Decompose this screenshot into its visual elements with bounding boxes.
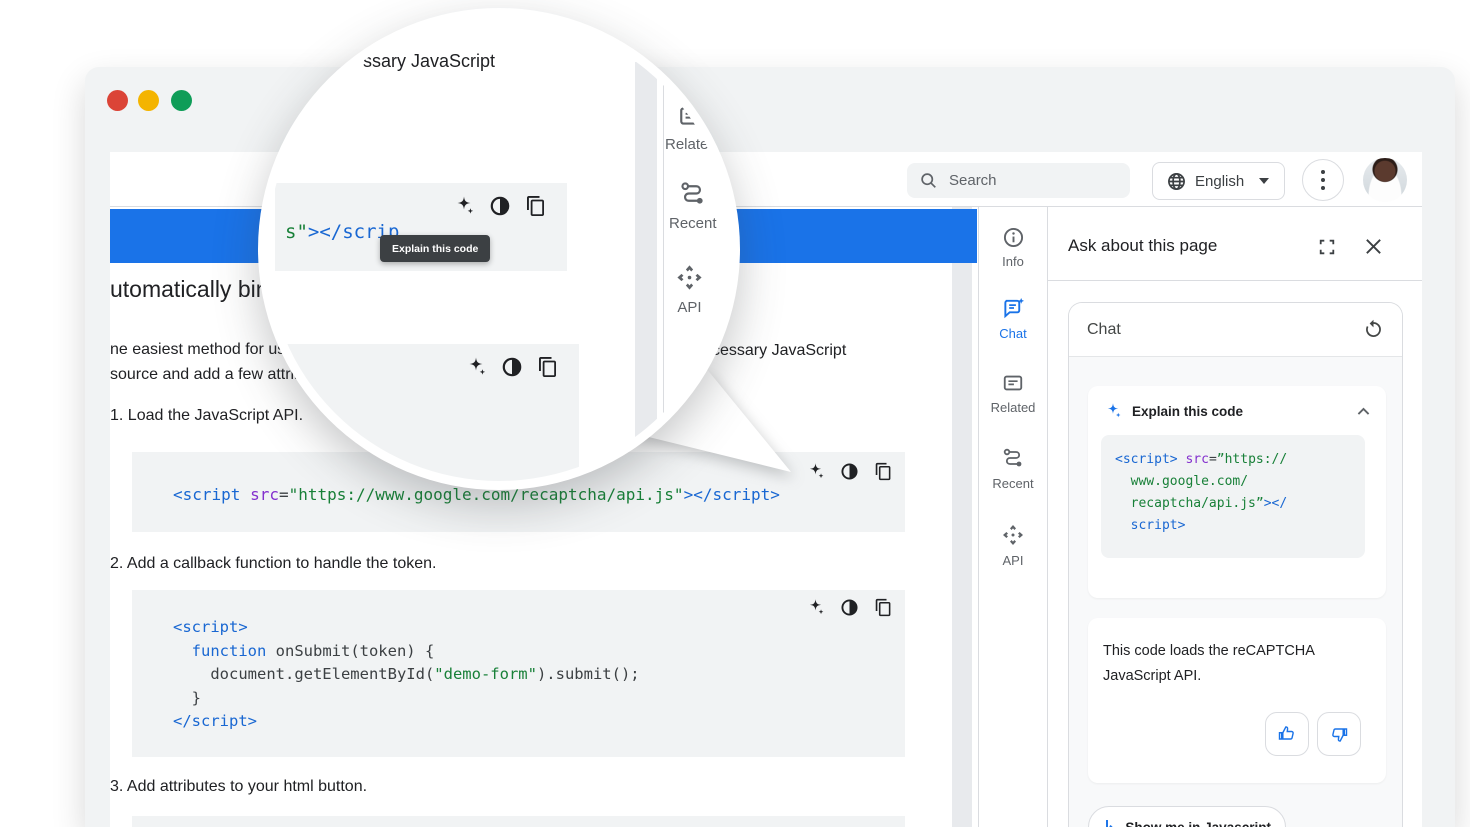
collapse-chevron-icon[interactable] xyxy=(1355,403,1372,420)
chat-icon xyxy=(1002,297,1025,320)
magnified-scrollbar xyxy=(635,62,657,481)
language-selector[interactable]: English xyxy=(1152,162,1285,200)
more-options-button[interactable] xyxy=(1302,159,1344,201)
globe-icon xyxy=(1167,172,1186,191)
thumbs-up-icon xyxy=(1277,724,1297,744)
recent-icon xyxy=(678,179,707,208)
magnified-rail-item-recent: Recent xyxy=(669,179,717,232)
chat-card-title: Chat xyxy=(1087,321,1121,339)
explain-title: Explain this code xyxy=(1132,404,1345,419)
explain-code-button[interactable] xyxy=(465,356,487,378)
thumbs-down-icon xyxy=(1329,724,1349,744)
magnified-code-block-2 xyxy=(287,344,579,481)
sparkle-icon xyxy=(1104,402,1122,420)
info-icon xyxy=(1003,227,1024,248)
recent-icon xyxy=(1001,446,1025,470)
magnified-rail-divider xyxy=(663,62,664,481)
followup-suggestion-button[interactable]: ↳ Show me in Javascript xyxy=(1088,806,1286,827)
reset-chat-icon[interactable] xyxy=(1363,319,1384,340)
close-window-button[interactable] xyxy=(107,90,128,111)
chevron-down-icon xyxy=(1259,178,1269,184)
explain-code-button[interactable] xyxy=(806,598,825,617)
related-icon xyxy=(1002,372,1024,394)
magnified-rail-item-api: API xyxy=(675,263,704,316)
api-icon xyxy=(1001,523,1025,547)
dark-mode-toggle-icon[interactable] xyxy=(840,462,859,481)
close-icon[interactable] xyxy=(1364,237,1383,256)
rail-item-chat[interactable]: Chat xyxy=(978,297,1048,341)
rail-item-related[interactable]: Related xyxy=(978,372,1048,415)
copy-code-button[interactable] xyxy=(537,356,559,378)
search-placeholder: Search xyxy=(949,172,997,189)
minimize-window-button[interactable] xyxy=(138,90,159,111)
code-block-2: <script> function onSubmit(token) { docu… xyxy=(132,590,905,757)
paragraph-line2-left: source and add a few attribu xyxy=(110,366,312,384)
magnified-heading-fragment: ssary JavaScript xyxy=(363,51,495,72)
dark-mode-toggle-icon[interactable] xyxy=(489,195,511,217)
copy-code-button[interactable] xyxy=(874,462,893,481)
search-input[interactable]: Search xyxy=(907,163,1130,198)
thumbs-down-button[interactable] xyxy=(1317,712,1361,756)
paragraph-line1-left: ne easiest method for usin xyxy=(110,341,298,359)
code-block-3 xyxy=(132,816,905,827)
branch-arrow-icon: ↳ xyxy=(1103,817,1116,827)
dark-mode-toggle-icon[interactable] xyxy=(501,356,523,378)
chat-card: Chat Explain this code <script> src=”htt… xyxy=(1068,302,1403,827)
expand-icon[interactable] xyxy=(1318,238,1336,256)
rail-item-recent[interactable]: Recent xyxy=(978,446,1048,491)
answer-text: This code loads the reCAPTCHAJavaScript … xyxy=(1103,639,1386,689)
magnified-rail-item-related: Related xyxy=(665,103,717,153)
followup-label: Show me in Javascript xyxy=(1125,820,1271,827)
scrollbar[interactable] xyxy=(952,207,972,827)
zoom-window-button[interactable] xyxy=(171,90,192,111)
copy-code-button[interactable] xyxy=(874,598,893,617)
api-icon xyxy=(675,263,704,292)
explain-code-block: <script> src=”https:// www.google.com/ r… xyxy=(1101,435,1365,558)
explain-code: <script> src=”https:// www.google.com/ r… xyxy=(1115,449,1365,537)
magnified-code-block-1: s"></scrip Explain this code xyxy=(275,183,567,271)
search-icon xyxy=(920,172,937,189)
rail-item-api[interactable]: API xyxy=(978,523,1048,568)
magnifier-circle: ssary JavaScript Related Recent API s"><… xyxy=(267,17,731,481)
step-3-label: 3. Add attributes to your html button. xyxy=(110,778,367,796)
answer-card: This code loads the reCAPTCHAJavaScript … xyxy=(1088,618,1386,783)
code-2: <script> function onSubmit(token) { docu… xyxy=(173,616,640,734)
dark-mode-toggle-icon[interactable] xyxy=(840,598,859,617)
step-1-label: 1. Load the JavaScript API. xyxy=(110,407,303,425)
thumbs-up-button[interactable] xyxy=(1265,712,1309,756)
screenshot-root: Search English utomatically bin ne easie… xyxy=(0,0,1470,827)
copy-code-button[interactable] xyxy=(525,195,547,217)
language-label: English xyxy=(1195,173,1244,190)
ask-panel-title: Ask about this page xyxy=(1068,236,1217,256)
explain-code-button[interactable] xyxy=(453,195,475,217)
step-2-label: 2. Add a callback function to handle the… xyxy=(110,555,436,573)
avatar[interactable] xyxy=(1363,158,1407,202)
explain-code-tooltip: Explain this code xyxy=(380,235,490,262)
section-heading-fragment: utomatically bin xyxy=(110,276,269,303)
related-icon xyxy=(678,103,704,129)
rail-item-info[interactable]: Info xyxy=(978,227,1048,269)
explain-card: Explain this code <script> src=”https://… xyxy=(1088,386,1386,598)
